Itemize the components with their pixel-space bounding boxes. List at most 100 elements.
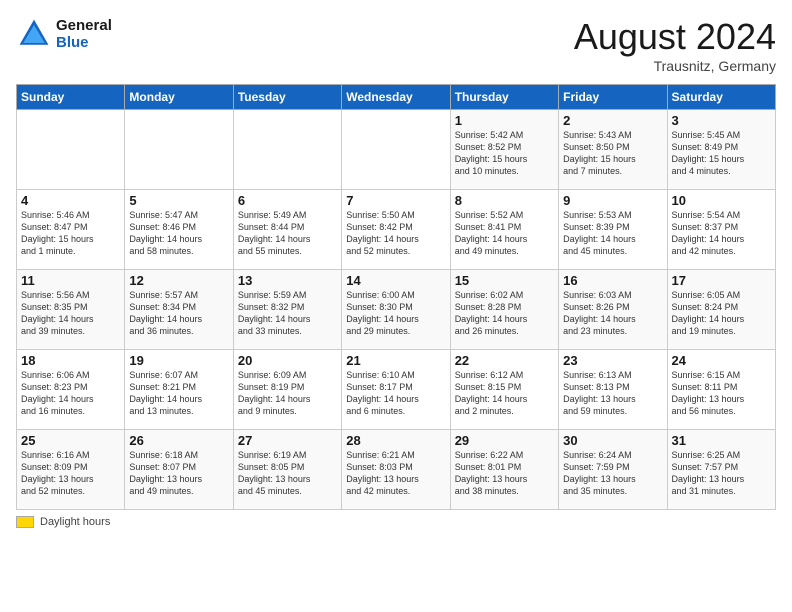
day-number: 31 — [672, 433, 771, 448]
day-info: Sunrise: 6:00 AM Sunset: 8:30 PM Dayligh… — [346, 289, 445, 338]
calendar-cell: 9Sunrise: 5:53 AM Sunset: 8:39 PM Daylig… — [559, 190, 667, 270]
calendar-cell: 30Sunrise: 6:24 AM Sunset: 7:59 PM Dayli… — [559, 430, 667, 510]
day-info: Sunrise: 6:09 AM Sunset: 8:19 PM Dayligh… — [238, 369, 337, 418]
day-info: Sunrise: 6:06 AM Sunset: 8:23 PM Dayligh… — [21, 369, 120, 418]
week-row-2: 4Sunrise: 5:46 AM Sunset: 8:47 PM Daylig… — [17, 190, 776, 270]
day-number: 7 — [346, 193, 445, 208]
day-number: 13 — [238, 273, 337, 288]
weekday-header-monday: Monday — [125, 85, 233, 110]
daylight-label: Daylight hours — [40, 516, 110, 528]
day-info: Sunrise: 5:42 AM Sunset: 8:52 PM Dayligh… — [455, 129, 554, 178]
day-info: Sunrise: 5:43 AM Sunset: 8:50 PM Dayligh… — [563, 129, 662, 178]
calendar-cell: 16Sunrise: 6:03 AM Sunset: 8:26 PM Dayli… — [559, 270, 667, 350]
day-info: Sunrise: 6:22 AM Sunset: 8:01 PM Dayligh… — [455, 449, 554, 498]
weekday-header-row: SundayMondayTuesdayWednesdayThursdayFrid… — [17, 85, 776, 110]
calendar-cell: 29Sunrise: 6:22 AM Sunset: 8:01 PM Dayli… — [450, 430, 558, 510]
calendar-cell: 2Sunrise: 5:43 AM Sunset: 8:50 PM Daylig… — [559, 110, 667, 190]
calendar-cell: 28Sunrise: 6:21 AM Sunset: 8:03 PM Dayli… — [342, 430, 450, 510]
calendar-cell: 19Sunrise: 6:07 AM Sunset: 8:21 PM Dayli… — [125, 350, 233, 430]
day-number: 16 — [563, 273, 662, 288]
day-info: Sunrise: 5:56 AM Sunset: 8:35 PM Dayligh… — [21, 289, 120, 338]
calendar-cell — [17, 110, 125, 190]
day-info: Sunrise: 6:05 AM Sunset: 8:24 PM Dayligh… — [672, 289, 771, 338]
calendar-cell: 24Sunrise: 6:15 AM Sunset: 8:11 PM Dayli… — [667, 350, 775, 430]
calendar-cell: 6Sunrise: 5:49 AM Sunset: 8:44 PM Daylig… — [233, 190, 341, 270]
logo: General Blue — [16, 16, 112, 52]
day-number: 18 — [21, 353, 120, 368]
weekday-header-wednesday: Wednesday — [342, 85, 450, 110]
day-number: 23 — [563, 353, 662, 368]
calendar-cell: 3Sunrise: 5:45 AM Sunset: 8:49 PM Daylig… — [667, 110, 775, 190]
day-number: 3 — [672, 113, 771, 128]
calendar-cell: 7Sunrise: 5:50 AM Sunset: 8:42 PM Daylig… — [342, 190, 450, 270]
header: General Blue August 2024 Trausnitz, Germ… — [16, 16, 776, 74]
calendar-cell: 4Sunrise: 5:46 AM Sunset: 8:47 PM Daylig… — [17, 190, 125, 270]
day-info: Sunrise: 6:18 AM Sunset: 8:07 PM Dayligh… — [129, 449, 228, 498]
day-number: 4 — [21, 193, 120, 208]
calendar-cell: 25Sunrise: 6:16 AM Sunset: 8:09 PM Dayli… — [17, 430, 125, 510]
calendar-cell: 8Sunrise: 5:52 AM Sunset: 8:41 PM Daylig… — [450, 190, 558, 270]
day-info: Sunrise: 6:07 AM Sunset: 8:21 PM Dayligh… — [129, 369, 228, 418]
day-number: 17 — [672, 273, 771, 288]
day-info: Sunrise: 6:10 AM Sunset: 8:17 PM Dayligh… — [346, 369, 445, 418]
day-info: Sunrise: 6:21 AM Sunset: 8:03 PM Dayligh… — [346, 449, 445, 498]
day-number: 20 — [238, 353, 337, 368]
day-info: Sunrise: 6:19 AM Sunset: 8:05 PM Dayligh… — [238, 449, 337, 498]
day-number: 25 — [21, 433, 120, 448]
title-block: August 2024 Trausnitz, Germany — [574, 16, 776, 74]
day-number: 19 — [129, 353, 228, 368]
calendar-cell: 5Sunrise: 5:47 AM Sunset: 8:46 PM Daylig… — [125, 190, 233, 270]
calendar-cell: 10Sunrise: 5:54 AM Sunset: 8:37 PM Dayli… — [667, 190, 775, 270]
calendar-cell: 11Sunrise: 5:56 AM Sunset: 8:35 PM Dayli… — [17, 270, 125, 350]
day-number: 9 — [563, 193, 662, 208]
day-info: Sunrise: 5:47 AM Sunset: 8:46 PM Dayligh… — [129, 209, 228, 258]
day-info: Sunrise: 5:54 AM Sunset: 8:37 PM Dayligh… — [672, 209, 771, 258]
day-info: Sunrise: 6:15 AM Sunset: 8:11 PM Dayligh… — [672, 369, 771, 418]
weekday-header-saturday: Saturday — [667, 85, 775, 110]
calendar-cell: 26Sunrise: 6:18 AM Sunset: 8:07 PM Dayli… — [125, 430, 233, 510]
day-info: Sunrise: 6:16 AM Sunset: 8:09 PM Dayligh… — [21, 449, 120, 498]
day-info: Sunrise: 6:03 AM Sunset: 8:26 PM Dayligh… — [563, 289, 662, 338]
calendar-cell: 23Sunrise: 6:13 AM Sunset: 8:13 PM Dayli… — [559, 350, 667, 430]
day-number: 21 — [346, 353, 445, 368]
calendar-cell: 12Sunrise: 5:57 AM Sunset: 8:34 PM Dayli… — [125, 270, 233, 350]
day-number: 26 — [129, 433, 228, 448]
day-info: Sunrise: 6:13 AM Sunset: 8:13 PM Dayligh… — [563, 369, 662, 418]
day-info: Sunrise: 6:02 AM Sunset: 8:28 PM Dayligh… — [455, 289, 554, 338]
day-info: Sunrise: 5:45 AM Sunset: 8:49 PM Dayligh… — [672, 129, 771, 178]
calendar-table: SundayMondayTuesdayWednesdayThursdayFrid… — [16, 84, 776, 510]
calendar-cell: 15Sunrise: 6:02 AM Sunset: 8:28 PM Dayli… — [450, 270, 558, 350]
calendar-cell: 18Sunrise: 6:06 AM Sunset: 8:23 PM Dayli… — [17, 350, 125, 430]
day-number: 6 — [238, 193, 337, 208]
weekday-header-thursday: Thursday — [450, 85, 558, 110]
week-row-4: 18Sunrise: 6:06 AM Sunset: 8:23 PM Dayli… — [17, 350, 776, 430]
day-info: Sunrise: 5:49 AM Sunset: 8:44 PM Dayligh… — [238, 209, 337, 258]
day-info: Sunrise: 5:46 AM Sunset: 8:47 PM Dayligh… — [21, 209, 120, 258]
calendar-cell: 21Sunrise: 6:10 AM Sunset: 8:17 PM Dayli… — [342, 350, 450, 430]
day-number: 2 — [563, 113, 662, 128]
calendar-cell: 14Sunrise: 6:00 AM Sunset: 8:30 PM Dayli… — [342, 270, 450, 350]
week-row-3: 11Sunrise: 5:56 AM Sunset: 8:35 PM Dayli… — [17, 270, 776, 350]
day-number: 24 — [672, 353, 771, 368]
day-info: Sunrise: 6:12 AM Sunset: 8:15 PM Dayligh… — [455, 369, 554, 418]
day-number: 5 — [129, 193, 228, 208]
week-row-5: 25Sunrise: 6:16 AM Sunset: 8:09 PM Dayli… — [17, 430, 776, 510]
day-number: 8 — [455, 193, 554, 208]
day-info: Sunrise: 5:59 AM Sunset: 8:32 PM Dayligh… — [238, 289, 337, 338]
day-number: 30 — [563, 433, 662, 448]
day-number: 28 — [346, 433, 445, 448]
logo-text: General Blue — [56, 17, 112, 51]
weekday-header-tuesday: Tuesday — [233, 85, 341, 110]
calendar-cell — [125, 110, 233, 190]
calendar-cell: 22Sunrise: 6:12 AM Sunset: 8:15 PM Dayli… — [450, 350, 558, 430]
calendar-cell: 31Sunrise: 6:25 AM Sunset: 7:57 PM Dayli… — [667, 430, 775, 510]
month-title: August 2024 — [574, 16, 776, 58]
weekday-header-friday: Friday — [559, 85, 667, 110]
day-number: 29 — [455, 433, 554, 448]
page: General Blue August 2024 Trausnitz, Germ… — [0, 0, 792, 536]
day-info: Sunrise: 5:57 AM Sunset: 8:34 PM Dayligh… — [129, 289, 228, 338]
day-number: 15 — [455, 273, 554, 288]
day-number: 27 — [238, 433, 337, 448]
calendar-cell: 17Sunrise: 6:05 AM Sunset: 8:24 PM Dayli… — [667, 270, 775, 350]
location: Trausnitz, Germany — [574, 58, 776, 74]
